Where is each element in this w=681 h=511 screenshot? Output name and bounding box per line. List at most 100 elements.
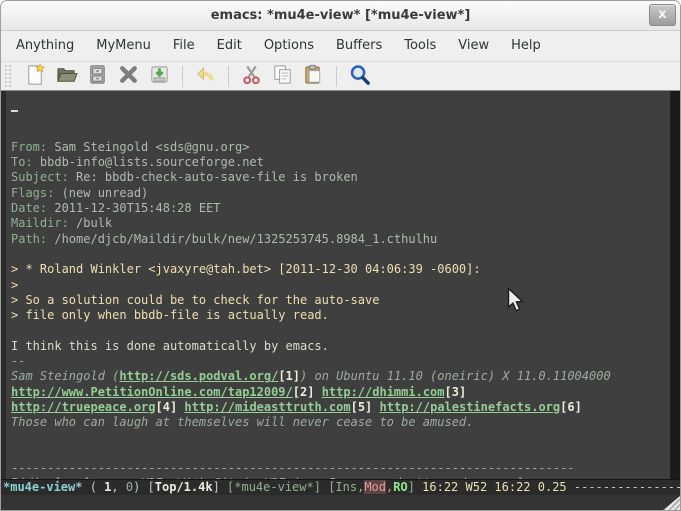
vertical-scrollbar[interactable] bbox=[670, 91, 680, 479]
open-folder-icon bbox=[55, 63, 78, 90]
text-segment: > * Roland Winkler <jvaxyre@tah.bet> [20… bbox=[11, 262, 481, 276]
menu-item-view[interactable]: View bbox=[447, 31, 500, 61]
text-segment: > So a solution could be to check for th… bbox=[11, 293, 379, 307]
url-link[interactable]: http://www.PetitionOnline.com/tap12009/ bbox=[11, 385, 293, 399]
buffer-line bbox=[11, 323, 668, 338]
text-segment: > bbox=[11, 278, 18, 292]
buffer-line: From: Sam Steingold <sds@gnu.org> bbox=[11, 140, 668, 155]
toolbar-separator bbox=[228, 66, 229, 87]
buffer-line: ----------------------------------------… bbox=[11, 461, 668, 476]
buffer-line: Sam Steingold (http://sds.podval.org/[1]… bbox=[11, 369, 668, 384]
text-segment: [1] bbox=[278, 369, 300, 383]
tool-bar bbox=[1, 61, 680, 90]
buffer-line: I think this is done automatically by em… bbox=[11, 339, 668, 354]
modeline-segment: [ bbox=[148, 480, 155, 494]
buffer-line: Ridiculously easy VDI. With Citrix VDI-i… bbox=[11, 476, 668, 479]
text-segment: /home/djcb/Maildir/bulk/new/1325253745.8… bbox=[47, 232, 437, 246]
open-folder-button[interactable] bbox=[51, 63, 82, 90]
text-segment: (new unread) bbox=[54, 186, 148, 200]
file-cabinet-icon bbox=[86, 63, 109, 90]
buffer-area[interactable]: From: Sam Steingold <sds@gnu.org>To: bbd… bbox=[1, 90, 680, 479]
message-text: From: Sam Steingold <sds@gnu.org>To: bbd… bbox=[11, 94, 668, 479]
modeline-segment: RO bbox=[393, 480, 407, 494]
buffer-line: http://truepeace.org[4] http://mideasttr… bbox=[11, 400, 668, 415]
text-segment: Date: bbox=[11, 201, 47, 215]
text-segment: ) on Ubuntu 11.10 (oneiric) X 11.0.11004… bbox=[300, 369, 611, 383]
text-segment: Path: bbox=[11, 232, 47, 246]
menu-item-anything[interactable]: Anything bbox=[5, 31, 85, 61]
menu-item-file[interactable]: File bbox=[162, 31, 206, 61]
text-segment: Ridiculously easy VDI. With Citrix VDI-i… bbox=[11, 476, 538, 479]
buffer-line: Path: /home/djcb/Maildir/bulk/new/132525… bbox=[11, 232, 668, 247]
modeline-segment: [*mu4e-view*] bbox=[227, 480, 321, 494]
close-icon[interactable]: x bbox=[649, 4, 676, 26]
url-link[interactable]: http://palestinefacts.org bbox=[380, 400, 561, 414]
paste-icon bbox=[302, 63, 325, 90]
text-segment bbox=[372, 400, 379, 414]
url-link[interactable]: http://mideasttruth.com bbox=[184, 400, 350, 414]
buffer-line: > * Roland Winkler <jvaxyre@tah.bet> [20… bbox=[11, 262, 668, 277]
file-cabinet-button[interactable] bbox=[82, 63, 113, 90]
text-segment: Maildir: bbox=[11, 216, 69, 230]
toolbar-separator bbox=[182, 66, 183, 87]
menu-item-help[interactable]: Help bbox=[500, 31, 552, 61]
url-link[interactable]: http://sds.podval.org/ bbox=[119, 369, 278, 383]
search-icon bbox=[348, 63, 371, 90]
mode-line[interactable]: *mu4e-view* ( 1, 0) [Top/1.4k] [*mu4e-vi… bbox=[1, 479, 680, 495]
text-segment: [6] bbox=[560, 400, 582, 414]
text-segment: Flags: bbox=[11, 186, 54, 200]
save-button[interactable] bbox=[144, 63, 175, 90]
modeline-segment: 0 bbox=[126, 480, 133, 494]
text-segment: /bulk bbox=[69, 216, 112, 230]
modeline-segment: *mu4e-view* bbox=[3, 480, 82, 494]
menu-item-buffers[interactable]: Buffers bbox=[325, 31, 393, 61]
left-fringe bbox=[1, 91, 6, 479]
buffer-line: > bbox=[11, 278, 668, 293]
text-segment: From: bbox=[11, 140, 47, 154]
modeline-segment: ] bbox=[213, 480, 227, 494]
emacs-window: emacs: *mu4e-view* [*mu4e-view*] x Anyth… bbox=[0, 0, 681, 511]
menu-item-mymenu[interactable]: MyMenu bbox=[85, 31, 162, 61]
text-segment: [3] bbox=[445, 385, 467, 399]
window-title: emacs: *mu4e-view* [*mu4e-view*] bbox=[211, 8, 471, 23]
text-segment: [2] bbox=[293, 385, 315, 399]
close-buffer-icon bbox=[117, 63, 140, 90]
text-segment: Sam Steingold <sds@gnu.org> bbox=[47, 140, 249, 154]
undo-button[interactable] bbox=[190, 63, 221, 90]
text-segment: Re: bbdb-check-auto-save-file is broken bbox=[69, 170, 358, 184]
buffer-line: > So a solution could be to check for th… bbox=[11, 293, 668, 308]
menu-item-options[interactable]: Options bbox=[253, 31, 325, 61]
buffer-line bbox=[11, 247, 668, 262]
close-buffer-button[interactable] bbox=[113, 63, 144, 90]
modeline-segment: [Ins, bbox=[328, 480, 364, 494]
text-segment: Subject: bbox=[11, 170, 69, 184]
menu-item-tools[interactable]: Tools bbox=[393, 31, 447, 61]
new-file-button[interactable] bbox=[20, 63, 51, 90]
buffer-line: > file only when bbdb-file is actually r… bbox=[11, 308, 668, 323]
text-segment: Sam Steingold ( bbox=[11, 369, 119, 383]
modeline-segment: --------------- bbox=[567, 480, 680, 494]
paste-button[interactable] bbox=[298, 63, 329, 90]
modeline-segment: , bbox=[111, 480, 125, 494]
text-cursor bbox=[11, 110, 18, 112]
modeline-segment: ( bbox=[82, 480, 104, 494]
cut-button[interactable] bbox=[236, 63, 267, 90]
buffer-line: Flags: (new unread) bbox=[11, 186, 668, 201]
save-icon bbox=[148, 63, 171, 90]
resize-grip-icon[interactable] bbox=[662, 496, 680, 511]
echo-area[interactable] bbox=[1, 495, 680, 511]
menu-item-edit[interactable]: Edit bbox=[206, 31, 253, 61]
url-link[interactable]: http://dhimmi.com bbox=[322, 385, 445, 399]
title-bar[interactable]: emacs: *mu4e-view* [*mu4e-view*] x bbox=[1, 1, 680, 31]
copy-button[interactable] bbox=[267, 63, 298, 90]
buffer-line: Subject: Re: bbdb-check-auto-save-file i… bbox=[11, 170, 668, 185]
buffer-line: Date: 2011-12-30T15:48:28 EET bbox=[11, 201, 668, 216]
buffer-line: Maildir: /bulk bbox=[11, 216, 668, 231]
text-segment: bbdb-info@lists.sourceforge.net bbox=[33, 155, 264, 169]
toolbar-handle[interactable] bbox=[4, 64, 12, 88]
search-button[interactable] bbox=[344, 63, 375, 90]
buffer-line: Those who can laugh at themselves will n… bbox=[11, 415, 668, 430]
url-link[interactable]: http://truepeace.org bbox=[11, 400, 156, 414]
text-segment: -- bbox=[11, 354, 25, 368]
text-segment: 2011-12-30T15:48:28 EET bbox=[47, 201, 220, 215]
